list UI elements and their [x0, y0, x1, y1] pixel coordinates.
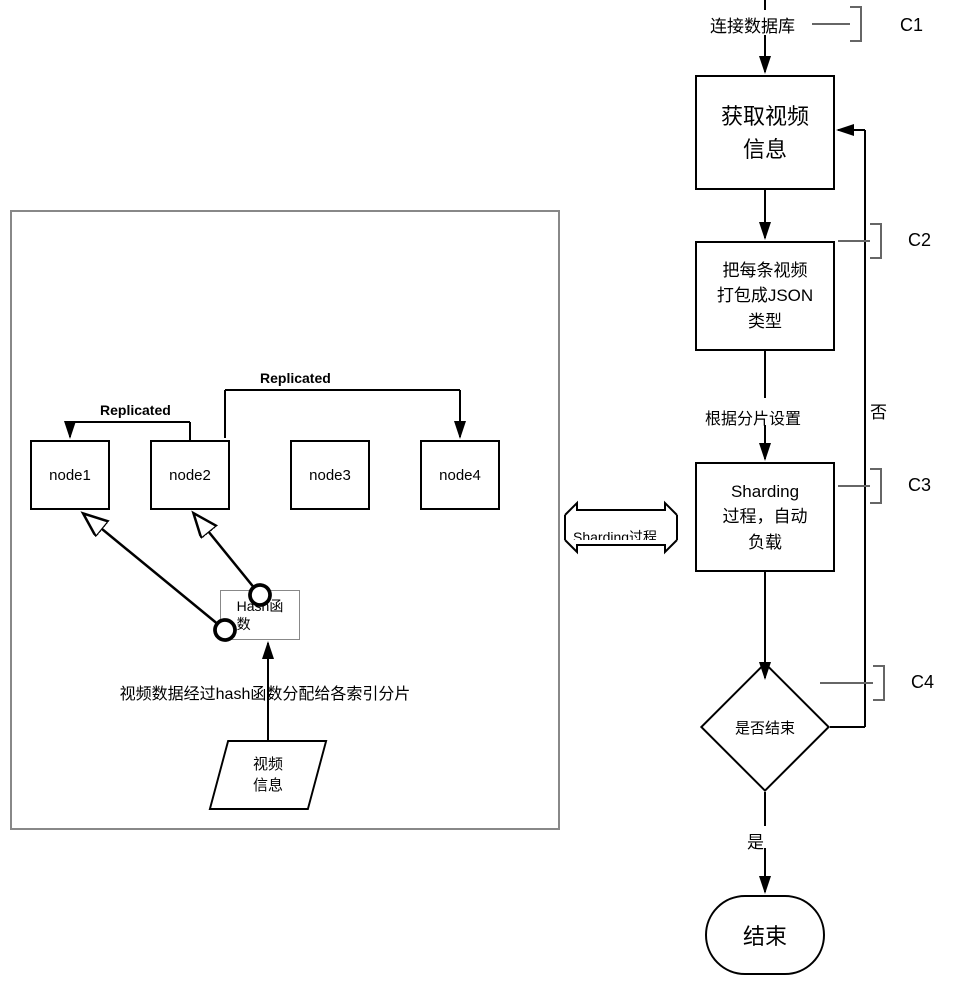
replicated-label-2: Replicated [260, 370, 331, 386]
step3-box: Sharding 过程，自动 负载 [695, 462, 835, 572]
sharding-connector-label: Sharding过程 [573, 527, 657, 547]
replicated-label-1: Replicated [100, 402, 171, 418]
terminal-box: 结束 [705, 895, 825, 975]
branch-no-label: 否 [870, 398, 887, 423]
step3-label: Sharding 过程，自动 负载 [723, 479, 808, 556]
c3-bracket [870, 468, 882, 504]
step2-box: 把每条视频 打包成JSON 类型 [695, 241, 835, 351]
c1-bracket [850, 6, 862, 42]
video-info-shape: 视频 信息 [218, 740, 328, 810]
step2-label: 把每条视频 打包成JSON 类型 [717, 258, 813, 335]
sharding-detail-panel [10, 210, 560, 830]
node1-box: node1 [30, 440, 110, 510]
hash-caption: 视频数据经过hash函数分配给各索引分片 [55, 680, 475, 704]
video-info-label: 视频 信息 [218, 754, 318, 796]
node4-box: node4 [420, 440, 500, 510]
step1-label: 获取视频 信息 [721, 100, 809, 166]
node4-label: node4 [439, 467, 481, 484]
c2-bracket [870, 223, 882, 259]
hash-function-label: Hash函 数 [237, 597, 284, 633]
c3-label: C3 [908, 475, 931, 496]
step1-link-label: 连接数据库 [710, 12, 795, 37]
branch-yes-label: 是 [747, 828, 764, 853]
c4-bracket [873, 665, 885, 701]
decision-diamond: 是否结束 [700, 662, 830, 792]
hash-function-box: Hash函 数 [220, 590, 300, 640]
c4-label: C4 [911, 672, 934, 693]
step1-box: 获取视频 信息 [695, 75, 835, 190]
node3-box: node3 [290, 440, 370, 510]
node1-label: node1 [49, 467, 91, 484]
node2-label: node2 [169, 467, 211, 484]
node3-label: node3 [309, 467, 351, 484]
c1-label: C1 [900, 15, 923, 36]
node2-box: node2 [150, 440, 230, 510]
c2-label: C2 [908, 230, 931, 251]
step2-to-3-label: 根据分片设置 [705, 405, 801, 429]
terminal-label: 结束 [743, 919, 787, 951]
decision-label: 是否结束 [700, 717, 830, 738]
